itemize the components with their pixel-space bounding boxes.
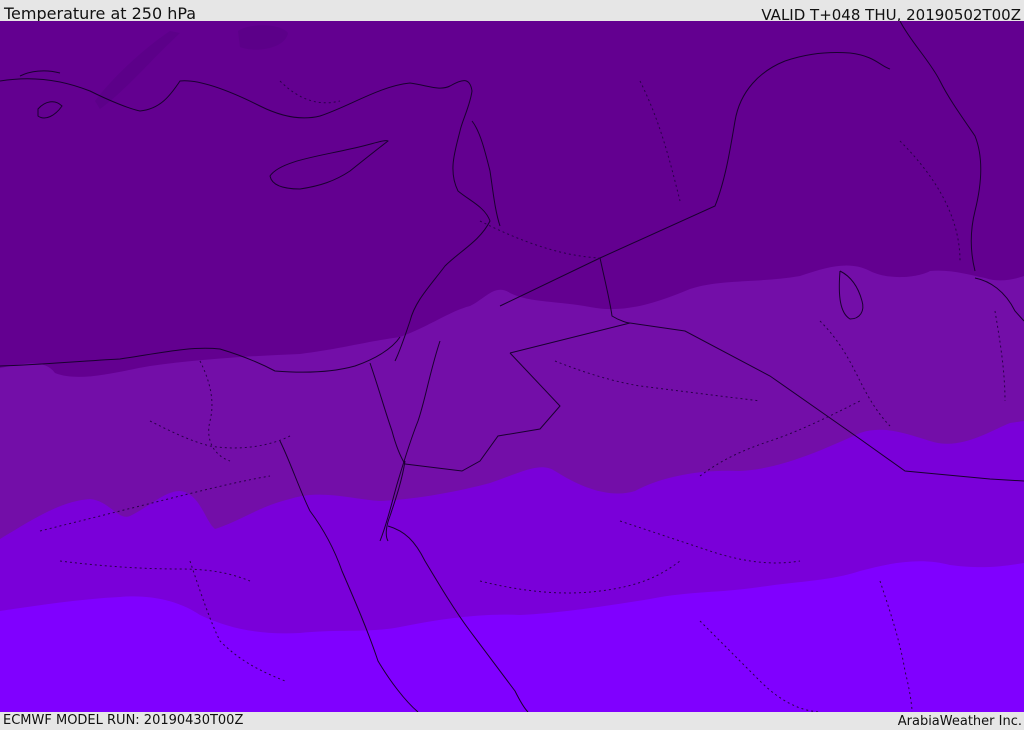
map-canvas <box>0 21 1024 712</box>
model-run: ECMWF MODEL RUN: 20190430T00Z <box>3 713 244 728</box>
map-header: Temperature at 250 hPa VALID T+048 THU, … <box>0 0 1024 24</box>
credit-text: ArabiaWeather Inc. <box>897 714 1022 729</box>
map-footer: ECMWF MODEL RUN: 20190430T00Z ArabiaWeat… <box>0 712 1024 729</box>
